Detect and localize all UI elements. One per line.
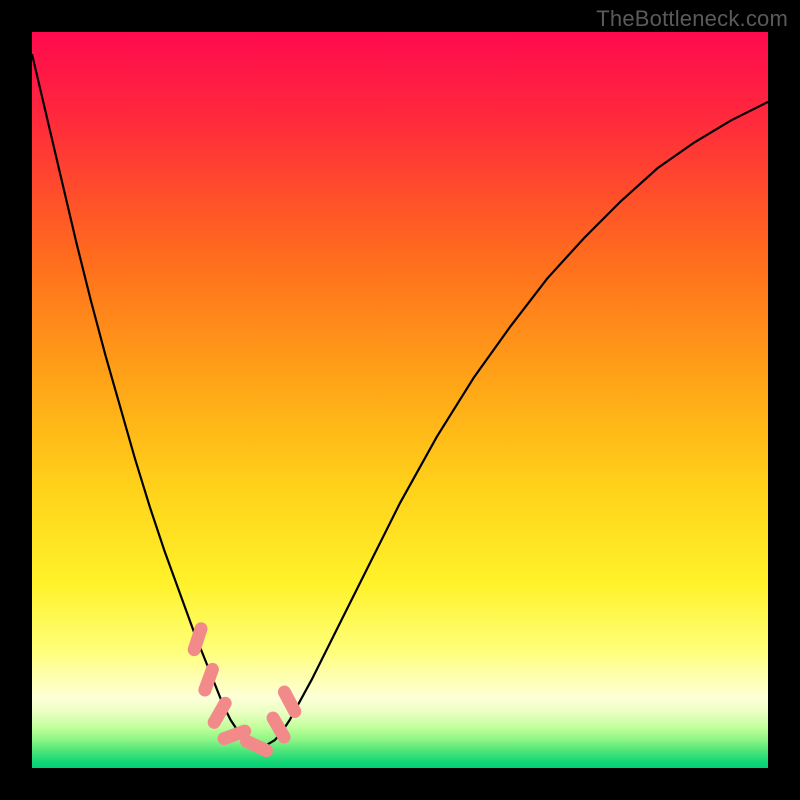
chart-frame: TheBottleneck.com — [0, 0, 800, 800]
watermark-text: TheBottleneck.com — [596, 6, 788, 32]
optimum-marker — [284, 692, 294, 711]
plot-area — [32, 32, 768, 768]
optimum-marker — [205, 669, 213, 690]
optimum-marker — [194, 629, 201, 650]
bottleneck-curve-chart — [32, 32, 768, 768]
optimum-marker — [247, 741, 267, 750]
gradient-background — [32, 32, 768, 768]
